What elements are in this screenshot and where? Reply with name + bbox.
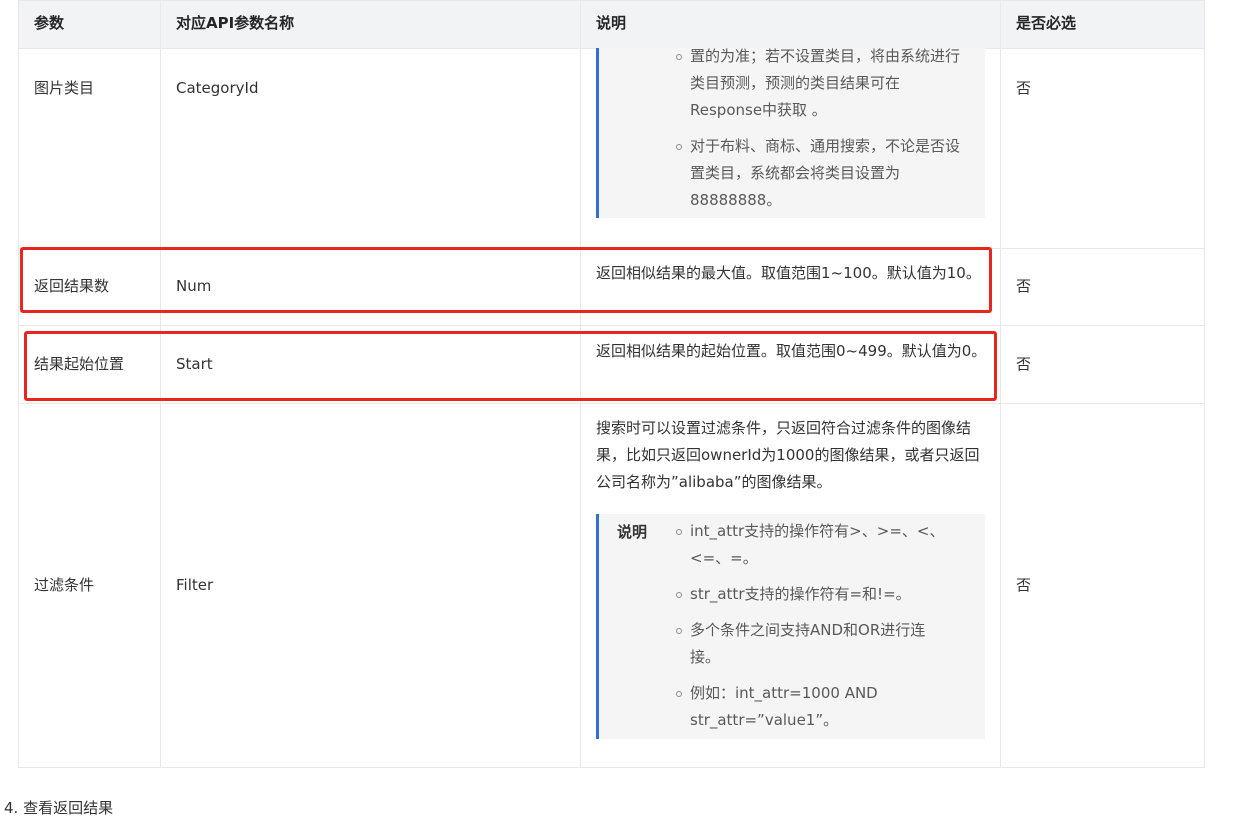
note-bullet-continued: 置的为准；若不设置类目，将由系统进行类目预测，预测的类目结果可在Response…	[676, 43, 970, 124]
highlight-box-start	[24, 331, 997, 401]
row-filter-api: Filter	[176, 576, 214, 594]
row-divider	[19, 403, 1204, 404]
note-bullet: int_attr支持的操作符有>、>=、<、<=、=。	[676, 518, 950, 572]
header-api-name: 对应API参数名称	[176, 14, 295, 32]
row-filter-description: 搜索时可以设置过滤条件，只返回符合过滤条件的图像结果，比如只返回ownerId为…	[596, 419, 980, 491]
column-divider	[1000, 1, 1001, 767]
row-num-required: 否	[1016, 277, 1032, 295]
row-divider	[19, 325, 1204, 326]
note-bullet: 对于布料、商标、通用搜索，不论是否设置类目，系统都会将类目设置为88888888…	[676, 133, 970, 214]
row-category-param: 图片类目	[34, 79, 95, 97]
header-param: 参数	[34, 14, 65, 32]
row-start-required: 否	[1016, 355, 1032, 373]
row-filter-required: 否	[1016, 576, 1032, 594]
note-title: 说明	[617, 523, 648, 541]
row-category-api: CategoryId	[176, 79, 259, 97]
note-bullet: str_attr支持的操作符有=和!=。	[676, 581, 965, 608]
header-required: 是否必选	[1016, 14, 1077, 32]
row-category-required: 否	[1016, 79, 1032, 97]
note-bullet: 例如：int_attr=1000 AND str_attr=”value1”。	[676, 680, 965, 734]
footer-heading: 4. 查看返回结果	[4, 799, 114, 817]
note-bullet: 多个条件之间支持AND和OR进行连接。	[676, 617, 950, 671]
row-filter-param: 过滤条件	[34, 576, 95, 594]
note-box: 说明 int_attr支持的操作符有>、>=、<、<=、=。 str_attr支…	[596, 514, 985, 739]
note-box: 置的为准；若不设置类目，将由系统进行类目预测，预测的类目结果可在Response…	[596, 47, 985, 218]
header-description: 说明	[596, 14, 627, 32]
highlight-box-num	[20, 247, 992, 313]
